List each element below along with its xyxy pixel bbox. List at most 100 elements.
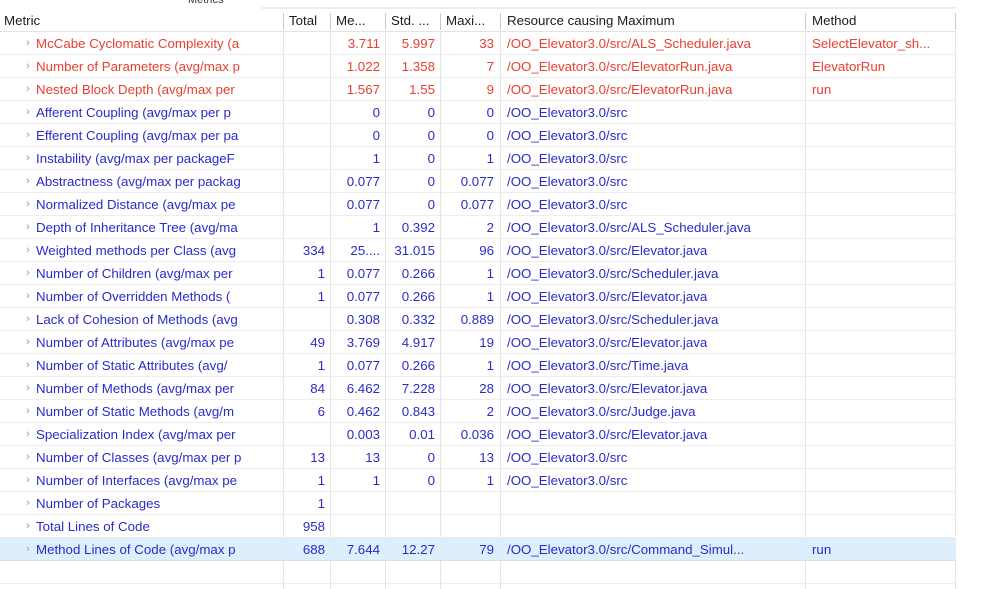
cell-metric[interactable]: › Nested Block Depth (avg/max per: [0, 78, 283, 100]
header-divider-5[interactable]: [805, 13, 806, 30]
cell-metric[interactable]: › Efferent Coupling (avg/max per pa: [0, 124, 283, 146]
cell-resource: /OO_Elevator3.0/src: [507, 105, 628, 120]
metrics-table[interactable]: Metric Total Me... Std. ... Maxi... Resource …: [0, 10, 982, 589]
cell-metric[interactable]: › Weighted methods per Class (avg: [0, 239, 283, 261]
table-row[interactable]: › Number of Methods (avg/max per 84 6.462 7.…: [0, 377, 982, 400]
header-divider-0[interactable]: [283, 13, 284, 30]
cell-metric[interactable]: › Depth of Inheritance Tree (avg/ma: [0, 216, 283, 238]
chevron-right-icon[interactable]: ›: [22, 170, 34, 192]
header-divider-1[interactable]: [330, 13, 331, 30]
chevron-right-icon[interactable]: ›: [22, 377, 34, 399]
chevron-right-icon[interactable]: ›: [22, 239, 34, 261]
table-row[interactable]: › McCabe Cyclomatic Complexity (a 3.711 5.9…: [0, 32, 982, 55]
cell-resource: /OO_Elevator3.0/src: [507, 197, 628, 212]
table-row[interactable]: › Number of Classes (avg/max per p 13 13 0 13…: [0, 446, 982, 469]
column-header-mean[interactable]: Me...: [330, 10, 385, 31]
table-row[interactable]: › Method Lines of Code (avg/max p 688 7.644…: [0, 538, 982, 561]
chevron-right-icon[interactable]: ›: [22, 193, 34, 215]
column-header-method[interactable]: Method: [805, 10, 955, 31]
header-divider-3[interactable]: [440, 13, 441, 30]
cell-method: [805, 446, 955, 468]
table-row[interactable]: › Weighted methods per Class (avg 334 25...…: [0, 239, 982, 262]
metric-label: Lack of Cohesion of Methods (avg: [36, 312, 238, 327]
cell-metric[interactable]: › Number of Attributes (avg/max pe: [0, 331, 283, 353]
column-header-std[interactable]: Std. ...: [385, 10, 440, 31]
chevron-right-icon[interactable]: ›: [22, 101, 34, 123]
chevron-right-icon[interactable]: ›: [22, 492, 34, 514]
chevron-right-icon[interactable]: ›: [22, 331, 34, 353]
chevron-right-icon[interactable]: ›: [22, 400, 34, 422]
cell-metric[interactable]: › Number of Packages: [0, 492, 283, 514]
table-row[interactable]: › Instability (avg/max per packageF 1 0 1/OO…: [0, 147, 982, 170]
chevron-right-icon[interactable]: ›: [22, 147, 34, 169]
column-header-max[interactable]: Maxi...: [440, 10, 500, 31]
chevron-right-icon[interactable]: ›: [22, 32, 34, 54]
column-header-total[interactable]: Total: [283, 10, 330, 31]
chevron-right-icon[interactable]: ›: [22, 55, 34, 77]
cell-metric[interactable]: › Total Lines of Code: [0, 515, 283, 537]
table-row[interactable]: › Number of Interfaces (avg/max pe 1 1 0 1/OO…: [0, 469, 982, 492]
table-row[interactable]: › Depth of Inheritance Tree (avg/ma 1 0.392…: [0, 216, 982, 239]
table-row[interactable]: › Specialization Index (avg/max per 0.003 0…: [0, 423, 982, 446]
cell-metric[interactable]: › Method Lines of Code (avg/max p: [0, 538, 283, 560]
cell-metric[interactable]: › McCabe Cyclomatic Complexity (a: [0, 32, 283, 54]
cell-metric[interactable]: › Afferent Coupling (avg/max per p: [0, 101, 283, 123]
cell-mean: 0: [372, 128, 380, 143]
column-header-metric[interactable]: Metric: [0, 10, 283, 31]
cell-max: 0.036: [460, 427, 494, 442]
cell-metric[interactable]: › Specialization Index (avg/max per: [0, 423, 283, 445]
table-row[interactable]: › Normalized Distance (avg/max pe 0.077 0 0.…: [0, 193, 982, 216]
header-divider-4[interactable]: [500, 13, 501, 30]
table-row[interactable]: › Number of Packages 1: [0, 492, 982, 515]
table-row[interactable]: › Afferent Coupling (avg/max per p 0 0 0/OO_…: [0, 101, 982, 124]
header-divider-2[interactable]: [385, 13, 386, 30]
table-row[interactable]: › Number of Overridden Methods (1 0.077 0.2…: [0, 285, 982, 308]
chevron-right-icon[interactable]: ›: [22, 124, 34, 146]
cell-metric[interactable]: › Lack of Cohesion of Methods (avg: [0, 308, 283, 330]
table-empty-row: [0, 561, 982, 584]
cell-metric[interactable]: › Number of Interfaces (avg/max pe: [0, 469, 283, 491]
cell-metric[interactable]: › Number of Parameters (avg/max p: [0, 55, 283, 77]
table-row[interactable]: › Nested Block Depth (avg/max per 1.567 1.5…: [0, 78, 982, 101]
table-row[interactable]: › Abstractness (avg/max per packag 0.077 0 0…: [0, 170, 982, 193]
cell-metric[interactable]: › Normalized Distance (avg/max pe: [0, 193, 283, 215]
cell-metric[interactable]: › Number of Overridden Methods (: [0, 285, 283, 307]
cell-metric[interactable]: › Number of Static Methods (avg/m: [0, 400, 283, 422]
chevron-right-icon[interactable]: ›: [22, 216, 34, 238]
chevron-right-icon[interactable]: ›: [22, 469, 34, 491]
chevron-right-icon[interactable]: ›: [22, 538, 34, 560]
table-row[interactable]: › Number of Attributes (avg/max pe 49 3.769…: [0, 331, 982, 354]
metric-label: Number of Static Methods (avg/m: [36, 404, 235, 419]
cell-metric[interactable]: › Instability (avg/max per packageF: [0, 147, 283, 169]
cell-metric[interactable]: › Number of Methods (avg/max per: [0, 377, 283, 399]
chevron-right-icon[interactable]: ›: [22, 78, 34, 100]
cell-mean: 0.077: [346, 266, 380, 281]
chevron-right-icon[interactable]: ›: [22, 285, 34, 307]
table-row[interactable]: › Number of Static Methods (avg/m 6 0.462 0.…: [0, 400, 982, 423]
cell-metric[interactable]: › Number of Static Attributes (avg/: [0, 354, 283, 376]
view-tab-strip: Metrics: [0, 0, 982, 10]
cell-metric[interactable]: › Number of Children (avg/max per: [0, 262, 283, 284]
chevron-right-icon[interactable]: ›: [22, 423, 34, 445]
chevron-right-icon[interactable]: ›: [22, 354, 34, 376]
table-row[interactable]: › Total Lines of Code 958: [0, 515, 982, 538]
table-row[interactable]: › Number of Parameters (avg/max p 1.022 1.3…: [0, 55, 982, 78]
table-row[interactable]: › Number of Static Attributes (avg/1 0.077…: [0, 354, 982, 377]
chevron-right-icon[interactable]: ›: [22, 515, 34, 537]
chevron-right-icon[interactable]: ›: [22, 308, 34, 330]
table-row[interactable]: › Lack of Cohesion of Methods (avg 0.308 0.…: [0, 308, 982, 331]
chevron-right-icon[interactable]: ›: [22, 446, 34, 468]
cell-metric[interactable]: › Abstractness (avg/max per packag: [0, 170, 283, 192]
active-tab[interactable]: Metrics: [92, 0, 262, 9]
cell-max: 2: [486, 220, 494, 235]
cell-method: [805, 423, 955, 445]
chevron-right-icon[interactable]: ›: [22, 262, 34, 284]
cell-resource: /OO_Elevator3.0/src/Elevator.java: [507, 381, 708, 396]
table-row[interactable]: › Number of Children (avg/max per 1 0.077 0.…: [0, 262, 982, 285]
metric-label: Number of Methods (avg/max per: [36, 381, 235, 396]
table-row[interactable]: › Efferent Coupling (avg/max per pa 0 0 0/OO…: [0, 124, 982, 147]
cell-mean: 3.769: [346, 335, 380, 350]
cell-std: 0: [427, 174, 435, 189]
cell-metric[interactable]: › Number of Classes (avg/max per p: [0, 446, 283, 468]
column-header-resource[interactable]: Resource causing Maximum: [500, 10, 805, 31]
